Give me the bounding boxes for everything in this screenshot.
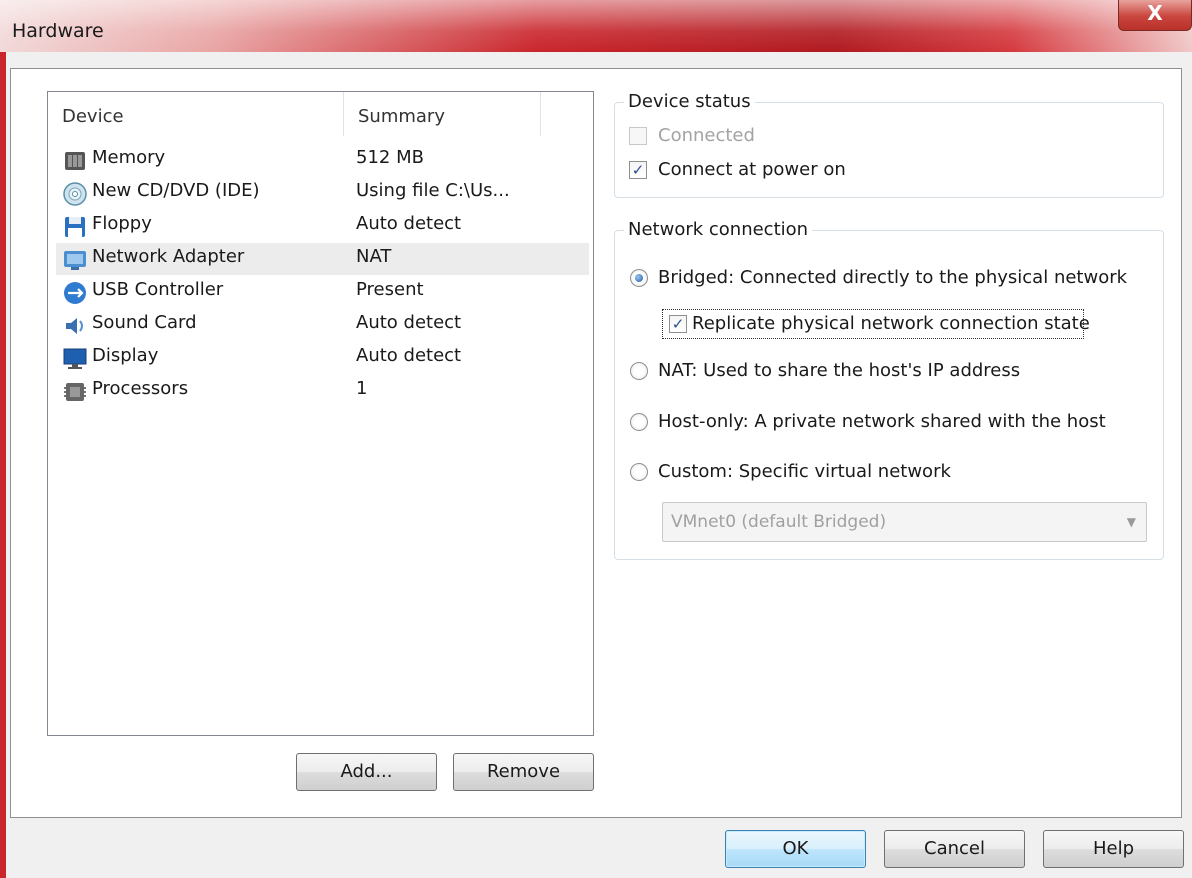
device-summary: 512 MB (356, 147, 424, 168)
device-row-usb-controller[interactable]: USB Controller Present (56, 276, 589, 308)
device-summary: Auto detect (356, 312, 462, 333)
device-summary: 1 (356, 378, 368, 399)
device-name: Processors (92, 378, 189, 399)
device-name: Memory (92, 147, 166, 168)
device-summary: Auto detect (356, 213, 462, 234)
device-status-group (614, 102, 1164, 198)
bridged-radio[interactable] (630, 269, 648, 287)
host-only-label: Host-only: A private network shared with… (658, 411, 1106, 432)
vmnet-select-value: VMnet0 (default Bridged) (671, 512, 887, 532)
column-header-device[interactable]: Device (62, 106, 124, 127)
connect-at-power-on-label: Connect at power on (658, 159, 846, 180)
remove-device-button[interactable]: Remove (453, 753, 594, 791)
device-summary: NAT (356, 246, 392, 267)
replicate-state-checkbox[interactable]: ✓ (669, 315, 687, 333)
bridged-label: Bridged: Connected directly to the physi… (658, 267, 1128, 288)
replicate-state-label: Replicate physical network connection st… (692, 313, 1090, 334)
close-button[interactable]: X (1118, 0, 1192, 31)
title-bar-gloss (0, 0, 1192, 52)
custom-label: Custom: Specific virtual network (658, 461, 951, 482)
device-row-memory[interactable]: Memory 512 MB (56, 144, 589, 176)
nat-radio[interactable] (630, 362, 648, 380)
device-row-sound-card[interactable]: Sound Card Auto detect (56, 309, 589, 341)
device-summary: Auto detect (356, 345, 462, 366)
device-name: Floppy (92, 213, 152, 234)
network-adapter-icon (64, 251, 86, 270)
chevron-down-icon: ▼ (1126, 515, 1136, 529)
device-name: Sound Card (92, 312, 197, 333)
column-header-summary[interactable]: Summary (358, 106, 445, 127)
help-button[interactable]: Help (1043, 830, 1184, 868)
column-separator[interactable] (540, 92, 541, 136)
connected-label: Connected (658, 125, 755, 146)
device-status-title: Device status (624, 91, 755, 112)
ok-button[interactable]: OK (725, 830, 866, 868)
window-title: Hardware (12, 20, 104, 42)
nat-label: NAT: Used to share the host's IP address (658, 360, 1021, 381)
display-icon (63, 348, 87, 369)
processor-icon (64, 383, 86, 401)
memory-icon (65, 152, 85, 170)
device-list-header: Device Summary (48, 92, 593, 142)
device-row-network-adapter[interactable]: Network Adapter NAT (56, 243, 589, 275)
usb-icon (64, 282, 86, 304)
device-name: Display (92, 345, 159, 366)
cancel-button[interactable]: Cancel (884, 830, 1025, 868)
device-list[interactable]: Device Summary Memory 512 MB New CD/DVD … (47, 91, 594, 736)
device-summary: Present (356, 279, 424, 300)
device-row-display[interactable]: Display Auto detect (56, 342, 589, 374)
title-bar: Hardware X (0, 0, 1192, 52)
add-device-button[interactable]: Add... (296, 753, 437, 791)
device-summary: Using file C:\Us... (356, 180, 510, 201)
close-icon: X (1147, 1, 1163, 25)
column-separator[interactable] (343, 92, 344, 136)
floppy-icon (65, 217, 85, 237)
device-name: New CD/DVD (IDE) (92, 180, 260, 201)
device-row-processors[interactable]: Processors 1 (56, 375, 589, 407)
device-row-cd-dvd[interactable]: New CD/DVD (IDE) Using file C:\Us... (56, 177, 589, 209)
connected-checkbox[interactable] (629, 127, 647, 145)
vmnet-select[interactable]: VMnet0 (default Bridged) ▼ (662, 502, 1147, 542)
device-row-floppy[interactable]: Floppy Auto detect (56, 210, 589, 242)
custom-radio[interactable] (630, 463, 648, 481)
connect-at-power-on-checkbox[interactable]: ✓ (629, 161, 647, 179)
network-connection-title: Network connection (624, 219, 813, 240)
host-only-radio[interactable] (630, 413, 648, 431)
device-name: USB Controller (92, 279, 224, 300)
cd-dvd-icon (63, 182, 87, 206)
device-name: Network Adapter (92, 246, 245, 267)
sound-card-icon (66, 318, 83, 334)
